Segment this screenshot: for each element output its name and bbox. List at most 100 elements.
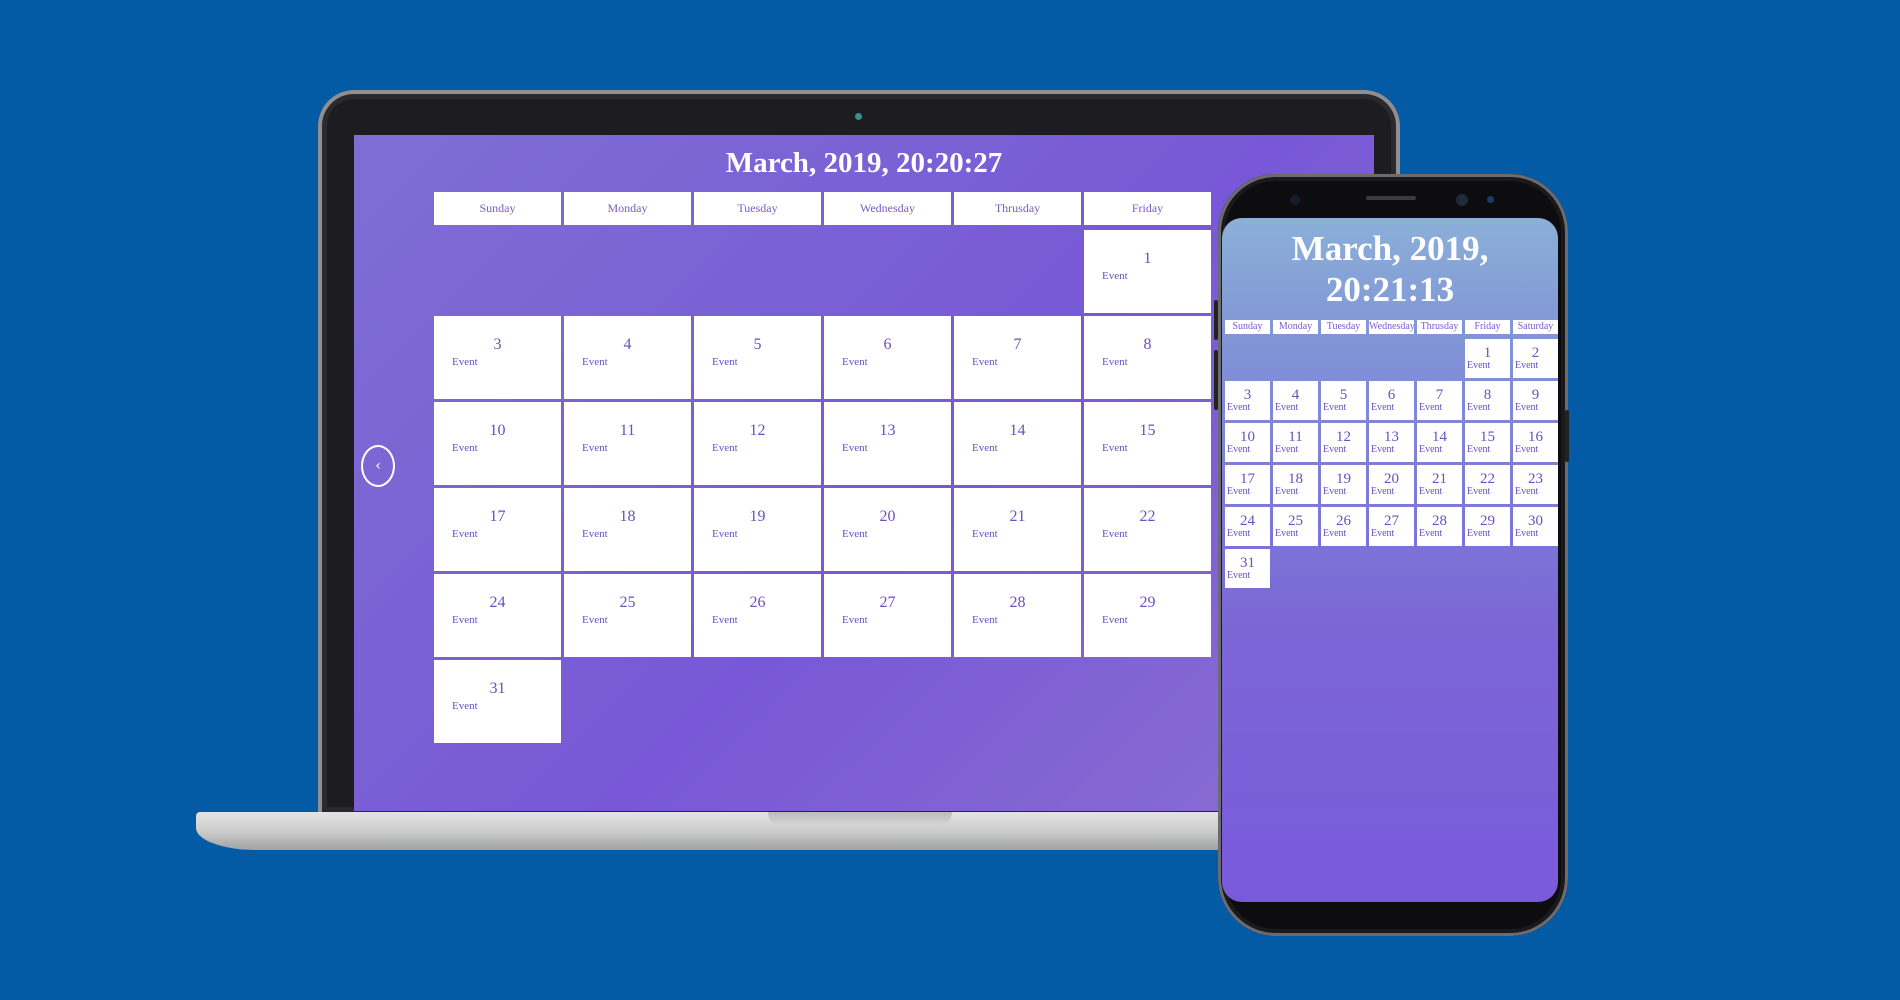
event-label[interactable]: Event [1275, 444, 1298, 455]
day-cell[interactable]: 26 Event [694, 574, 821, 657]
event-label[interactable]: Event [842, 528, 868, 540]
event-label[interactable]: Event [1515, 360, 1538, 371]
event-label[interactable]: Event [1467, 486, 1490, 497]
day-cell[interactable]: 10 Event [434, 402, 561, 485]
day-cell[interactable]: 13 Event [824, 402, 951, 485]
day-cell[interactable]: 11 Event [1273, 423, 1318, 462]
day-cell[interactable]: 15 Event [1084, 402, 1211, 485]
day-cell[interactable]: 20 Event [1369, 465, 1414, 504]
event-label[interactable]: Event [1227, 528, 1250, 539]
day-cell[interactable]: 18 Event [1273, 465, 1318, 504]
event-label[interactable]: Event [1467, 360, 1490, 371]
day-cell[interactable]: 1 Event [1465, 339, 1510, 378]
event-label[interactable]: Event [712, 442, 738, 454]
day-cell[interactable]: 12 Event [1321, 423, 1366, 462]
event-label[interactable]: Event [582, 614, 608, 626]
event-label[interactable]: Event [1515, 402, 1538, 413]
event-label[interactable]: Event [842, 442, 868, 454]
event-label[interactable]: Event [1323, 402, 1346, 413]
event-label[interactable]: Event [842, 614, 868, 626]
day-cell[interactable]: 15 Event [1465, 423, 1510, 462]
day-cell[interactable]: 24 Event [1225, 507, 1270, 546]
day-cell[interactable]: 13 Event [1369, 423, 1414, 462]
event-label[interactable]: Event [1515, 486, 1538, 497]
day-cell[interactable]: 28 Event [954, 574, 1081, 657]
event-label[interactable]: Event [1102, 356, 1128, 368]
day-cell[interactable]: 12 Event [694, 402, 821, 485]
event-label[interactable]: Event [972, 614, 998, 626]
day-cell[interactable]: 19 Event [694, 488, 821, 571]
event-label[interactable]: Event [452, 700, 478, 712]
event-label[interactable]: Event [1371, 528, 1394, 539]
day-cell[interactable]: 31 Event [434, 660, 561, 743]
day-cell[interactable]: 19 Event [1321, 465, 1366, 504]
event-label[interactable]: Event [1323, 444, 1346, 455]
event-label[interactable]: Event [1102, 528, 1128, 540]
event-label[interactable]: Event [1419, 528, 1442, 539]
event-label[interactable]: Event [842, 356, 868, 368]
day-cell[interactable]: 11 Event [564, 402, 691, 485]
day-cell[interactable]: 1 Event [1084, 230, 1211, 313]
day-cell[interactable]: 25 Event [1273, 507, 1318, 546]
day-cell[interactable]: 10 Event [1225, 423, 1270, 462]
day-cell[interactable]: 30 Event [1513, 507, 1558, 546]
event-label[interactable]: Event [582, 442, 608, 454]
day-cell[interactable]: 7 Event [1417, 381, 1462, 420]
day-cell[interactable]: 2 Event [1513, 339, 1558, 378]
day-cell[interactable]: 4 Event [564, 316, 691, 399]
event-label[interactable]: Event [1515, 444, 1538, 455]
day-cell[interactable]: 22 Event [1084, 488, 1211, 571]
event-label[interactable]: Event [1102, 614, 1128, 626]
event-label[interactable]: Event [1323, 486, 1346, 497]
event-label[interactable]: Event [1323, 528, 1346, 539]
event-label[interactable]: Event [1419, 402, 1442, 413]
event-label[interactable]: Event [1419, 486, 1442, 497]
event-label[interactable]: Event [1227, 444, 1250, 455]
event-label[interactable]: Event [1515, 528, 1538, 539]
day-cell[interactable]: 31 Event [1225, 549, 1270, 588]
day-cell[interactable]: 3 Event [434, 316, 561, 399]
day-cell[interactable]: 5 Event [1321, 381, 1366, 420]
day-cell[interactable]: 24 Event [434, 574, 561, 657]
event-label[interactable]: Event [1275, 528, 1298, 539]
event-label[interactable]: Event [1227, 402, 1250, 413]
day-cell[interactable]: 17 Event [1225, 465, 1270, 504]
day-cell[interactable]: 20 Event [824, 488, 951, 571]
event-label[interactable]: Event [1275, 486, 1298, 497]
event-label[interactable]: Event [712, 356, 738, 368]
day-cell[interactable]: 17 Event [434, 488, 561, 571]
event-label[interactable]: Event [452, 356, 478, 368]
day-cell[interactable]: 8 Event [1465, 381, 1510, 420]
day-cell[interactable]: 21 Event [954, 488, 1081, 571]
day-cell[interactable]: 25 Event [564, 574, 691, 657]
day-cell[interactable]: 14 Event [954, 402, 1081, 485]
event-label[interactable]: Event [1467, 528, 1490, 539]
day-cell[interactable]: 29 Event [1084, 574, 1211, 657]
event-label[interactable]: Event [1467, 402, 1490, 413]
event-label[interactable]: Event [1371, 444, 1394, 455]
day-cell[interactable]: 7 Event [954, 316, 1081, 399]
event-label[interactable]: Event [972, 528, 998, 540]
day-cell[interactable]: 6 Event [824, 316, 951, 399]
event-label[interactable]: Event [1102, 442, 1128, 454]
event-label[interactable]: Event [1227, 570, 1250, 581]
event-label[interactable]: Event [972, 442, 998, 454]
event-label[interactable]: Event [1371, 402, 1394, 413]
event-label[interactable]: Event [1102, 270, 1128, 282]
day-cell[interactable]: 6 Event [1369, 381, 1414, 420]
day-cell[interactable]: 3 Event [1225, 381, 1270, 420]
day-cell[interactable]: 27 Event [824, 574, 951, 657]
day-cell[interactable]: 8 Event [1084, 316, 1211, 399]
event-label[interactable]: Event [1371, 486, 1394, 497]
day-cell[interactable]: 9 Event [1513, 381, 1558, 420]
event-label[interactable]: Event [582, 528, 608, 540]
event-label[interactable]: Event [712, 614, 738, 626]
day-cell[interactable]: 16 Event [1513, 423, 1558, 462]
event-label[interactable]: Event [1419, 444, 1442, 455]
day-cell[interactable]: 4 Event [1273, 381, 1318, 420]
event-label[interactable]: Event [1275, 402, 1298, 413]
event-label[interactable]: Event [582, 356, 608, 368]
day-cell[interactable]: 27 Event [1369, 507, 1414, 546]
day-cell[interactable]: 23 Event [1513, 465, 1558, 504]
chevron-left-icon[interactable]: ‹ [361, 445, 395, 487]
